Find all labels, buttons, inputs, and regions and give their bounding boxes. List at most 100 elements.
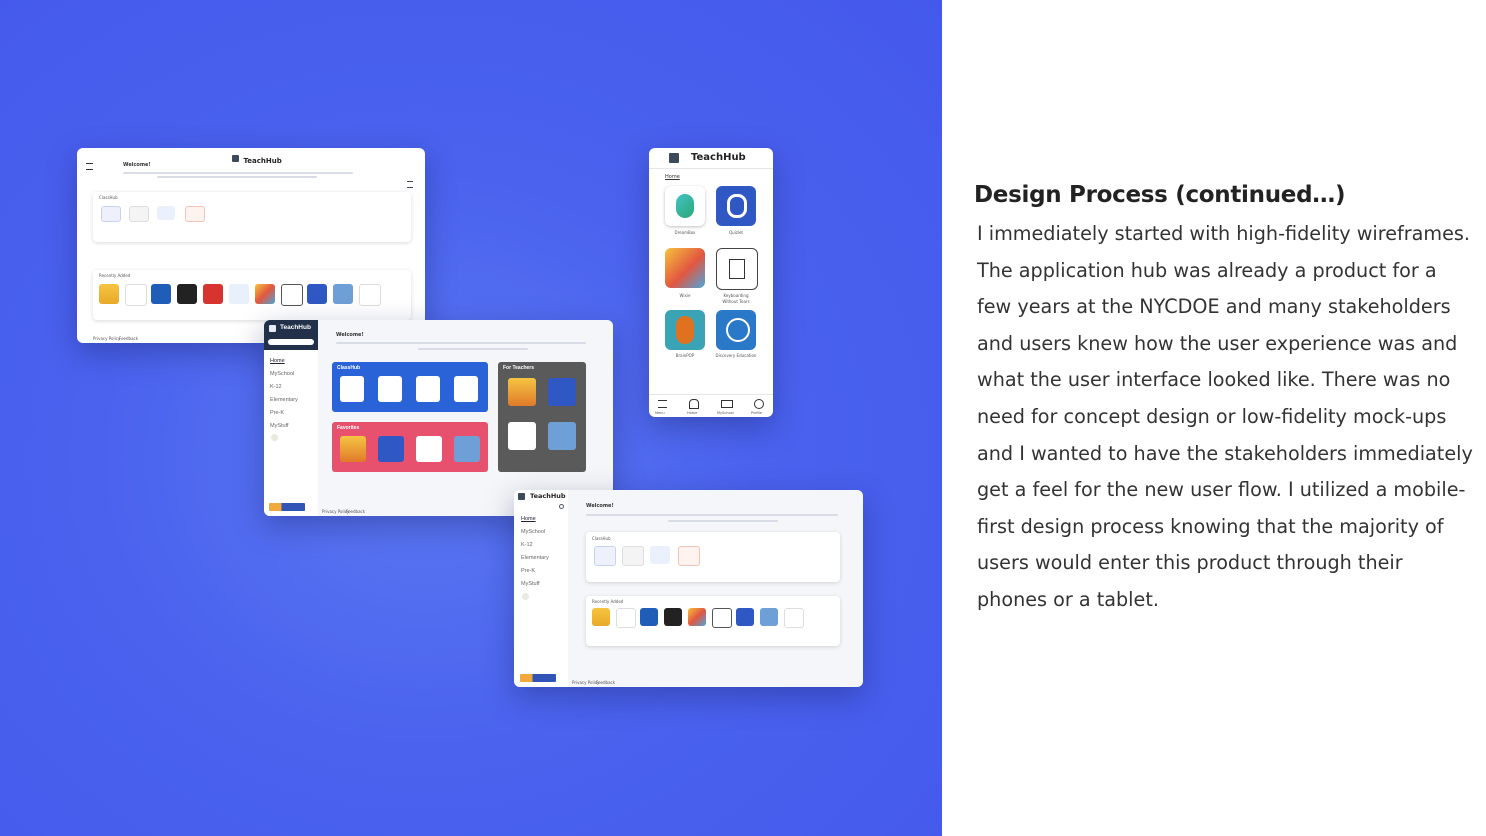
- nav-item-mystuff[interactable]: MyStuff: [521, 581, 540, 587]
- nav-item-mystuff[interactable]: MyStuff: [270, 423, 289, 429]
- dreambox-icon[interactable]: [665, 186, 705, 226]
- messaging-icon: [650, 546, 670, 564]
- teachhub-logo-icon: [232, 155, 239, 163]
- app-icon-encyclopedia: [151, 284, 171, 304]
- app-icon-chart: [592, 608, 610, 626]
- language-icon[interactable]: [271, 434, 278, 441]
- main-area: Welcome! ClassHub Favorites For Teachers: [318, 320, 613, 516]
- brand-name: TeachHub: [243, 157, 282, 165]
- grades-icon: [101, 206, 121, 222]
- lesson-icon: [185, 206, 205, 222]
- tab-home[interactable]: Home: [687, 410, 697, 416]
- section-heading: Design Process (continued…): [974, 182, 1346, 208]
- mobile-header: TeachHub: [649, 148, 773, 169]
- school-icon[interactable]: [721, 400, 733, 408]
- app-icon-chart: [508, 378, 536, 406]
- teachhub-logo-icon: [269, 325, 276, 332]
- lesson-icon: [454, 376, 478, 402]
- quizlet-label: Quizlet: [728, 230, 744, 235]
- app-icon-core: [333, 284, 353, 304]
- desktop-mockup-2: TeachHub Home MySchool K-12 Elementary P…: [264, 320, 613, 516]
- nav-item-prek[interactable]: Pre-K: [521, 568, 535, 574]
- app-icon-core: [760, 608, 778, 626]
- lesson-icon: [678, 546, 700, 566]
- sidebar-search-input[interactable]: [268, 339, 314, 345]
- tab-profile[interactable]: Profile: [751, 410, 762, 416]
- tab-myschool[interactable]: MySchool: [717, 410, 734, 416]
- nav-item-elementary[interactable]: Elementary: [521, 555, 549, 561]
- welcome-heading: Welcome!: [336, 332, 364, 338]
- desktop-mockup-3: TeachHub Home MySchool K-12 Elementary P…: [514, 490, 863, 687]
- recently-added-section: Recently Added: [586, 596, 840, 646]
- wixie-icon[interactable]: [665, 248, 705, 288]
- app-icon-drive-2: [359, 284, 381, 306]
- nav-item-k12[interactable]: K-12: [270, 384, 282, 390]
- recently-added-section: Recently Added: [93, 270, 411, 320]
- nav-item-elementary[interactable]: Elementary: [270, 397, 298, 403]
- sidebar-header: TeachHub: [264, 320, 318, 350]
- app-icon-quizlet: [378, 436, 404, 462]
- app-icon-drive: [416, 436, 442, 462]
- classhub-label: ClassHub: [99, 195, 118, 200]
- app-icon-drive: [508, 422, 536, 450]
- menu-icon: [86, 163, 93, 170]
- nyc-doe-logo: [269, 503, 305, 511]
- app-icon-core: [454, 436, 480, 462]
- nav-item-myschool[interactable]: MySchool: [270, 371, 294, 377]
- nav-item-k12[interactable]: K-12: [521, 542, 533, 548]
- menu-icon[interactable]: [658, 400, 667, 408]
- footer-feedback-link[interactable]: Feedback: [346, 509, 365, 515]
- classhub-section: ClassHub: [586, 532, 840, 582]
- section-paragraph: I immediately started with high-fidelity…: [977, 222, 1473, 611]
- app-icon-quizlet: [736, 608, 754, 626]
- footer-feedback-link[interactable]: Feedback: [596, 680, 615, 686]
- list-view-icon: [407, 181, 413, 188]
- keyboarding-icon[interactable]: [716, 248, 758, 290]
- main-area: Welcome! ClassHub Recently Added Privacy…: [568, 490, 863, 687]
- messaging-icon: [416, 376, 440, 402]
- nav-item-home[interactable]: Home: [521, 516, 536, 522]
- nav-item-prek[interactable]: Pre-K: [270, 410, 284, 416]
- sidebar: TeachHub Home MySchool K-12 Elementary P…: [514, 490, 569, 687]
- sidebar: TeachHub Home MySchool K-12 Elementary P…: [264, 320, 319, 516]
- quizlet-icon[interactable]: [716, 186, 756, 226]
- favorites-panel: Favorites: [332, 422, 488, 472]
- favorites-label: Favorites: [337, 425, 360, 431]
- search-icon[interactable]: [559, 504, 564, 509]
- app-icon-keyboarding: [281, 284, 303, 306]
- welcome-heading: Welcome!: [123, 162, 151, 168]
- nav-item-myschool[interactable]: MySchool: [521, 529, 545, 535]
- classhub-section: ClassHub: [93, 192, 411, 242]
- app-icon-wikipedia: [177, 284, 197, 304]
- attendance-icon: [622, 546, 644, 566]
- nav-item-home[interactable]: Home: [270, 358, 285, 364]
- app-icon-chart: [99, 284, 119, 304]
- nyc-doe-logo: [520, 674, 556, 682]
- classhub-label: ClassHub: [592, 536, 611, 541]
- language-icon[interactable]: [522, 593, 529, 600]
- discovery-education-icon[interactable]: [716, 310, 756, 350]
- mockup-showcase-panel: TeachHub Welcome! ClassHub Recently Adde…: [0, 0, 942, 836]
- footer-feedback-link[interactable]: Feedback: [119, 336, 138, 342]
- app-icon-chart: [340, 436, 366, 462]
- tab-menu[interactable]: Menu: [655, 410, 665, 416]
- brand-header: TeachHub: [232, 150, 282, 168]
- recently-added-label: Recently Added: [99, 273, 131, 278]
- footer-privacy-link[interactable]: Privacy Policy: [93, 336, 120, 342]
- wixie-label: Wixie: [679, 293, 691, 298]
- brand-name: TeachHub: [530, 492, 566, 500]
- brainpop-label: BrainPOP: [675, 353, 695, 358]
- brainpop-icon[interactable]: [665, 310, 705, 350]
- app-icon-encyclopedia: [640, 608, 658, 626]
- app-icon-drive: [616, 608, 636, 628]
- brand-name: TeachHub: [691, 152, 746, 163]
- profile-icon[interactable]: [754, 399, 764, 409]
- home-icon[interactable]: [689, 399, 699, 409]
- for-teachers-panel: For Teachers: [498, 362, 586, 472]
- app-icon-ala: [203, 284, 223, 304]
- app-icon-wikipedia: [664, 608, 682, 626]
- home-link[interactable]: Home: [665, 174, 680, 180]
- app-icon-drive: [125, 284, 147, 306]
- classhub-label: ClassHub: [337, 365, 361, 371]
- mobile-tabbar: Menu Home MySchool Profile: [649, 394, 773, 417]
